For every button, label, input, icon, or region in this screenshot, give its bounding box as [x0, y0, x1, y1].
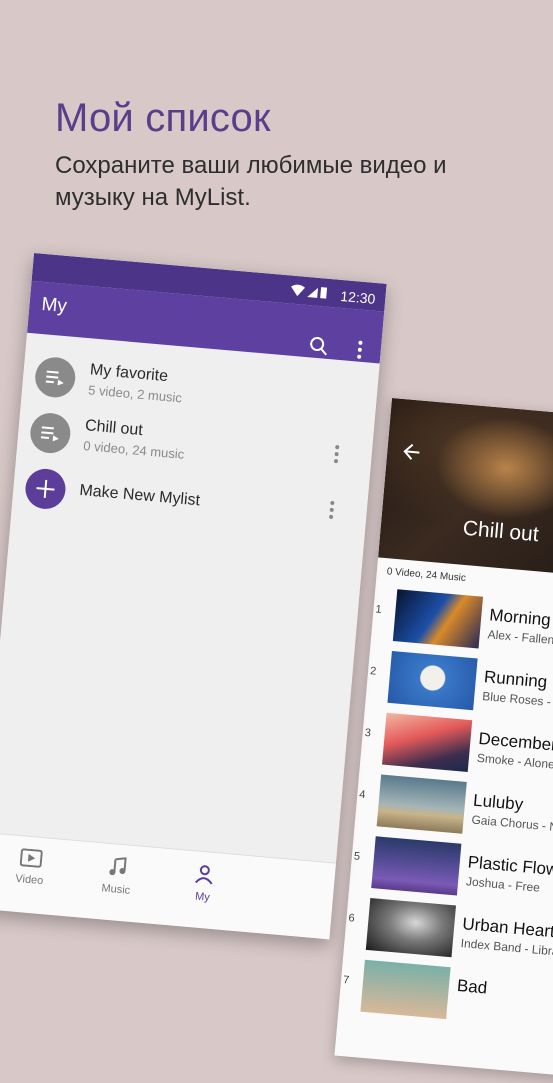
search-icon[interactable] [308, 335, 330, 362]
track-title: Luluby [472, 790, 525, 814]
back-arrow-icon[interactable] [398, 439, 424, 465]
wifi-signal-battery-icon [291, 284, 328, 299]
nav-music[interactable]: Music [75, 853, 158, 899]
nav-label: Music [100, 882, 131, 897]
bottom-nav: Video Music My [0, 831, 337, 940]
track-number: 5 [353, 850, 361, 863]
track-artist: Blue Roses - Firs [481, 689, 553, 711]
track-number: 4 [358, 788, 366, 802]
nav-label: Video [14, 872, 44, 888]
track-number: 1 [374, 603, 383, 616]
new-mylist-label: Make New Mylist [78, 481, 201, 510]
track-artist: Alex - Fallen S [487, 627, 553, 648]
more-vert-icon[interactable] [333, 444, 341, 464]
add-icon [23, 467, 68, 511]
nav-my[interactable]: My [162, 861, 245, 907]
track-thumbnail [387, 650, 478, 711]
playlist-icon [28, 411, 73, 455]
track-thumbnail [382, 712, 473, 773]
track-thumbnail [360, 959, 451, 1020]
my-lists-screen: 12:30 My My favorite 5 video, 2 music Ch… [0, 253, 387, 940]
status-time: 12:30 [339, 287, 376, 307]
app-bar-title: My [40, 293, 68, 318]
track-number: 2 [369, 665, 377, 678]
track-thumbnail [376, 774, 467, 834]
video-icon [19, 848, 43, 868]
nav-label: My [194, 890, 211, 904]
mylist-meta: 0 video, 24 music [82, 438, 185, 462]
mylist-name: Chill out [84, 417, 144, 440]
track-number: 7 [342, 973, 350, 987]
mylist-meta: 5 video, 2 music [87, 382, 183, 406]
promo-title: Мой список [55, 96, 271, 140]
track-number: 6 [347, 912, 356, 925]
person-icon [195, 865, 213, 885]
playlist-icon [33, 355, 77, 399]
mylist-list: My favorite 5 video, 2 music Chill out 0… [11, 332, 380, 545]
more-vert-icon[interactable] [328, 500, 336, 520]
track-title: Running [483, 667, 548, 692]
status-icons [289, 283, 329, 305]
track-number: 3 [364, 726, 372, 740]
music-note-icon [109, 857, 127, 876]
track-title: Bad [456, 975, 489, 998]
track-thumbnail [365, 898, 457, 958]
promo-subtitle: Сохраните ваши любимые видео и музыку на… [55, 152, 447, 211]
track-thumbnail [371, 836, 462, 896]
playlist-hero-image: Chill out [378, 398, 553, 585]
track-thumbnail [392, 589, 484, 649]
track-artist: Gaia Chorus - No.4 [470, 812, 553, 836]
nav-video[interactable]: Video [0, 846, 72, 890]
playlist-title: Chill out [461, 516, 540, 547]
